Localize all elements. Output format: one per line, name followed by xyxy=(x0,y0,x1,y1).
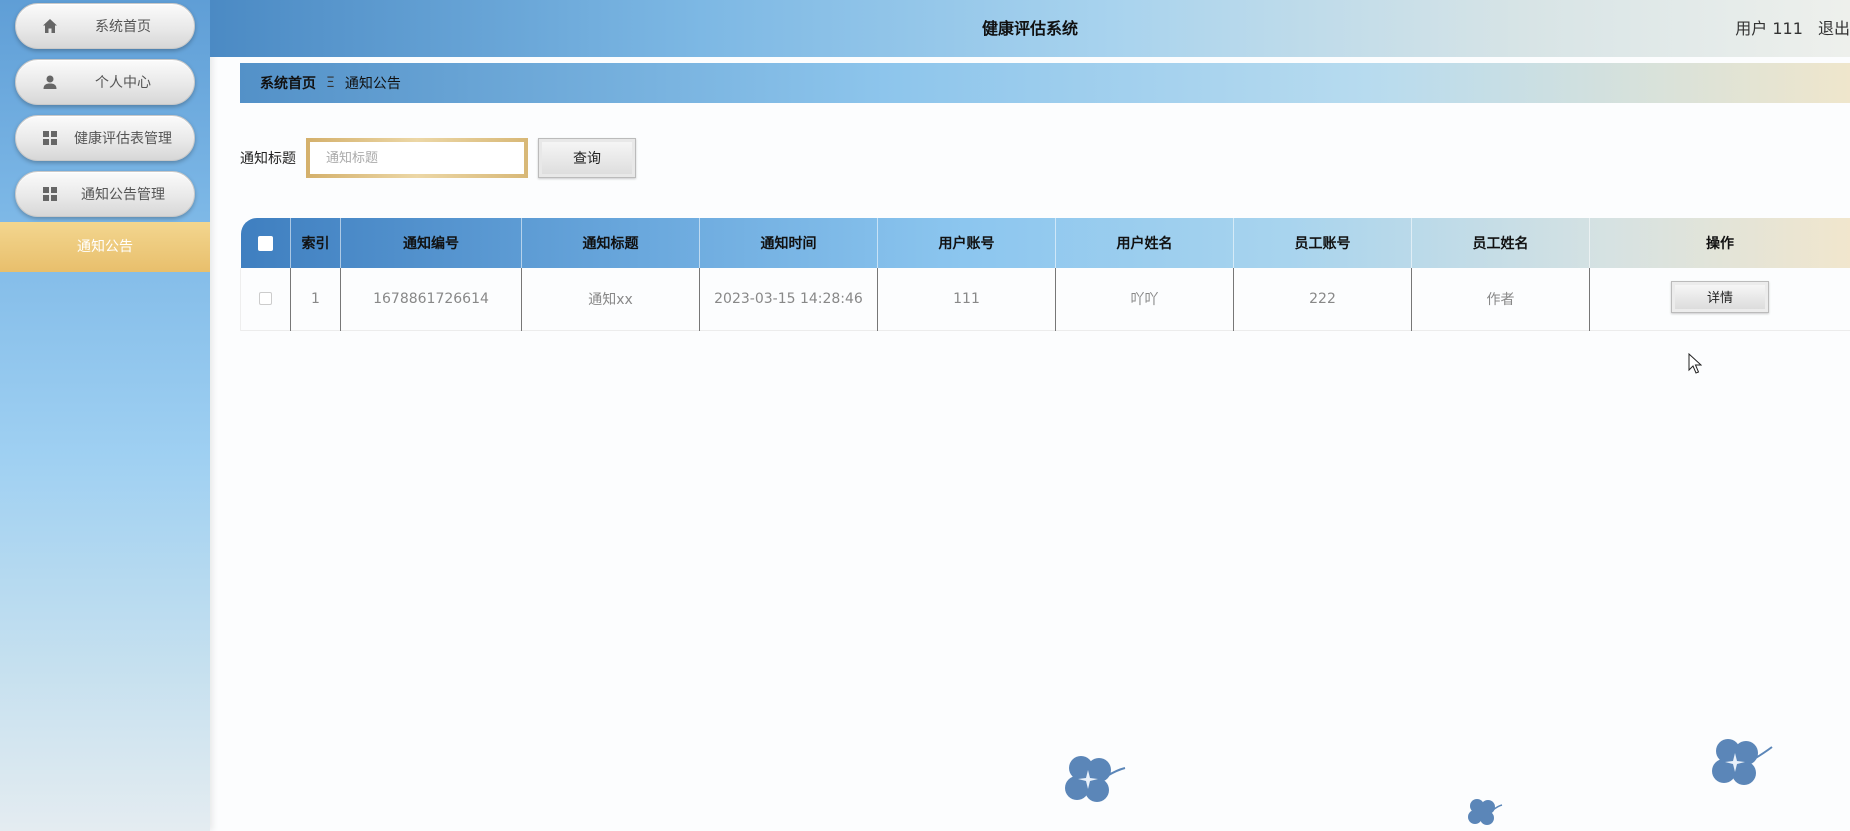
column-header-time: 通知时间 xyxy=(699,218,878,268)
cell-action: 详情 xyxy=(1589,268,1850,330)
cell-user-name: 吖吖 xyxy=(1055,268,1234,330)
column-header-staff-account: 员工账号 xyxy=(1233,218,1412,268)
logout-link[interactable]: 退出 xyxy=(1818,19,1850,38)
column-header-user-name: 用户姓名 xyxy=(1055,218,1234,268)
grid-icon xyxy=(43,131,57,145)
sidebar-item-notice-management[interactable]: 通知公告管理 xyxy=(15,171,195,217)
sidebar-subitem-notice[interactable]: 通知公告 xyxy=(0,222,210,272)
home-icon xyxy=(43,19,57,33)
column-header-notice-no: 通知编号 xyxy=(340,218,522,268)
app-title: 健康评估系统 xyxy=(981,19,1078,38)
search-bar: 通知标题 查询 xyxy=(240,138,636,178)
grid-icon xyxy=(43,187,57,201)
sidebar-item-label: 个人中心 xyxy=(95,75,151,91)
sidebar-item-health-assessment[interactable]: 健康评估表管理 xyxy=(15,115,195,161)
row-checkbox[interactable] xyxy=(259,292,272,306)
sidebar-item-home[interactable]: 系统首页 xyxy=(15,3,195,49)
clover-decoration-icon xyxy=(1065,756,1126,802)
cell-time: 2023-03-15 14:28:46 xyxy=(699,268,878,330)
column-header-user-account: 用户账号 xyxy=(877,218,1056,268)
column-header-title: 通知标题 xyxy=(521,218,700,268)
top-header: 健康评估系统 用户 111 退出 xyxy=(210,0,1850,57)
table-header-row: 索引 通知编号 通知标题 通知时间 用户账号 用户姓名 员工账号 员工姓名 操作 xyxy=(240,218,1850,268)
user-area: 用户 111 退出 xyxy=(1725,0,1850,57)
column-header-action: 操作 xyxy=(1589,218,1850,268)
breadcrumb-home[interactable]: 系统首页 xyxy=(260,73,316,93)
select-all-checkbox-cell[interactable] xyxy=(240,218,291,268)
search-input-frame xyxy=(306,138,528,178)
user-label: 用户 111 xyxy=(1735,19,1803,38)
cell-staff-account: 222 xyxy=(1233,268,1412,330)
table-row: 1 1678861726614 通知xx 2023-03-15 14:28:46… xyxy=(240,268,1850,330)
detail-button[interactable]: 详情 xyxy=(1671,280,1769,313)
clover-decoration-small-icon xyxy=(1468,799,1503,825)
row-checkbox-cell[interactable] xyxy=(240,268,291,330)
select-all-checkbox[interactable] xyxy=(257,235,273,251)
cell-notice-no: 1678861726614 xyxy=(340,268,522,330)
sidebar-item-label: 通知公告管理 xyxy=(81,187,165,203)
cell-index: 1 xyxy=(290,268,341,330)
search-input[interactable] xyxy=(310,142,524,174)
sidebar: 系统首页 个人中心 健康评估表管理 通知公告管理 通知公告 xyxy=(0,0,210,831)
column-header-index: 索引 xyxy=(290,218,341,268)
search-button[interactable]: 查询 xyxy=(538,138,636,178)
sidebar-item-label: 系统首页 xyxy=(95,19,151,35)
cell-staff-name: 作者 xyxy=(1411,268,1590,330)
sidebar-item-profile[interactable]: 个人中心 xyxy=(15,59,195,105)
breadcrumb-current: 通知公告 xyxy=(344,76,401,92)
cell-title: 通知xx xyxy=(521,268,700,330)
search-label: 通知标题 xyxy=(240,151,296,167)
mouse-cursor-icon xyxy=(1688,353,1702,374)
breadcrumb: 系统首页 Ξ 通知公告 xyxy=(240,63,1850,103)
clover-decoration-icon xyxy=(1712,739,1773,785)
user-icon xyxy=(43,75,57,89)
cell-user-account: 111 xyxy=(877,268,1056,330)
sidebar-item-label: 健康评估表管理 xyxy=(74,131,172,147)
breadcrumb-separator-icon: Ξ xyxy=(326,75,335,91)
column-header-staff-name: 员工姓名 xyxy=(1411,218,1590,268)
notice-table: 索引 通知编号 通知标题 通知时间 用户账号 用户姓名 员工账号 员工姓名 操作… xyxy=(240,218,1850,331)
